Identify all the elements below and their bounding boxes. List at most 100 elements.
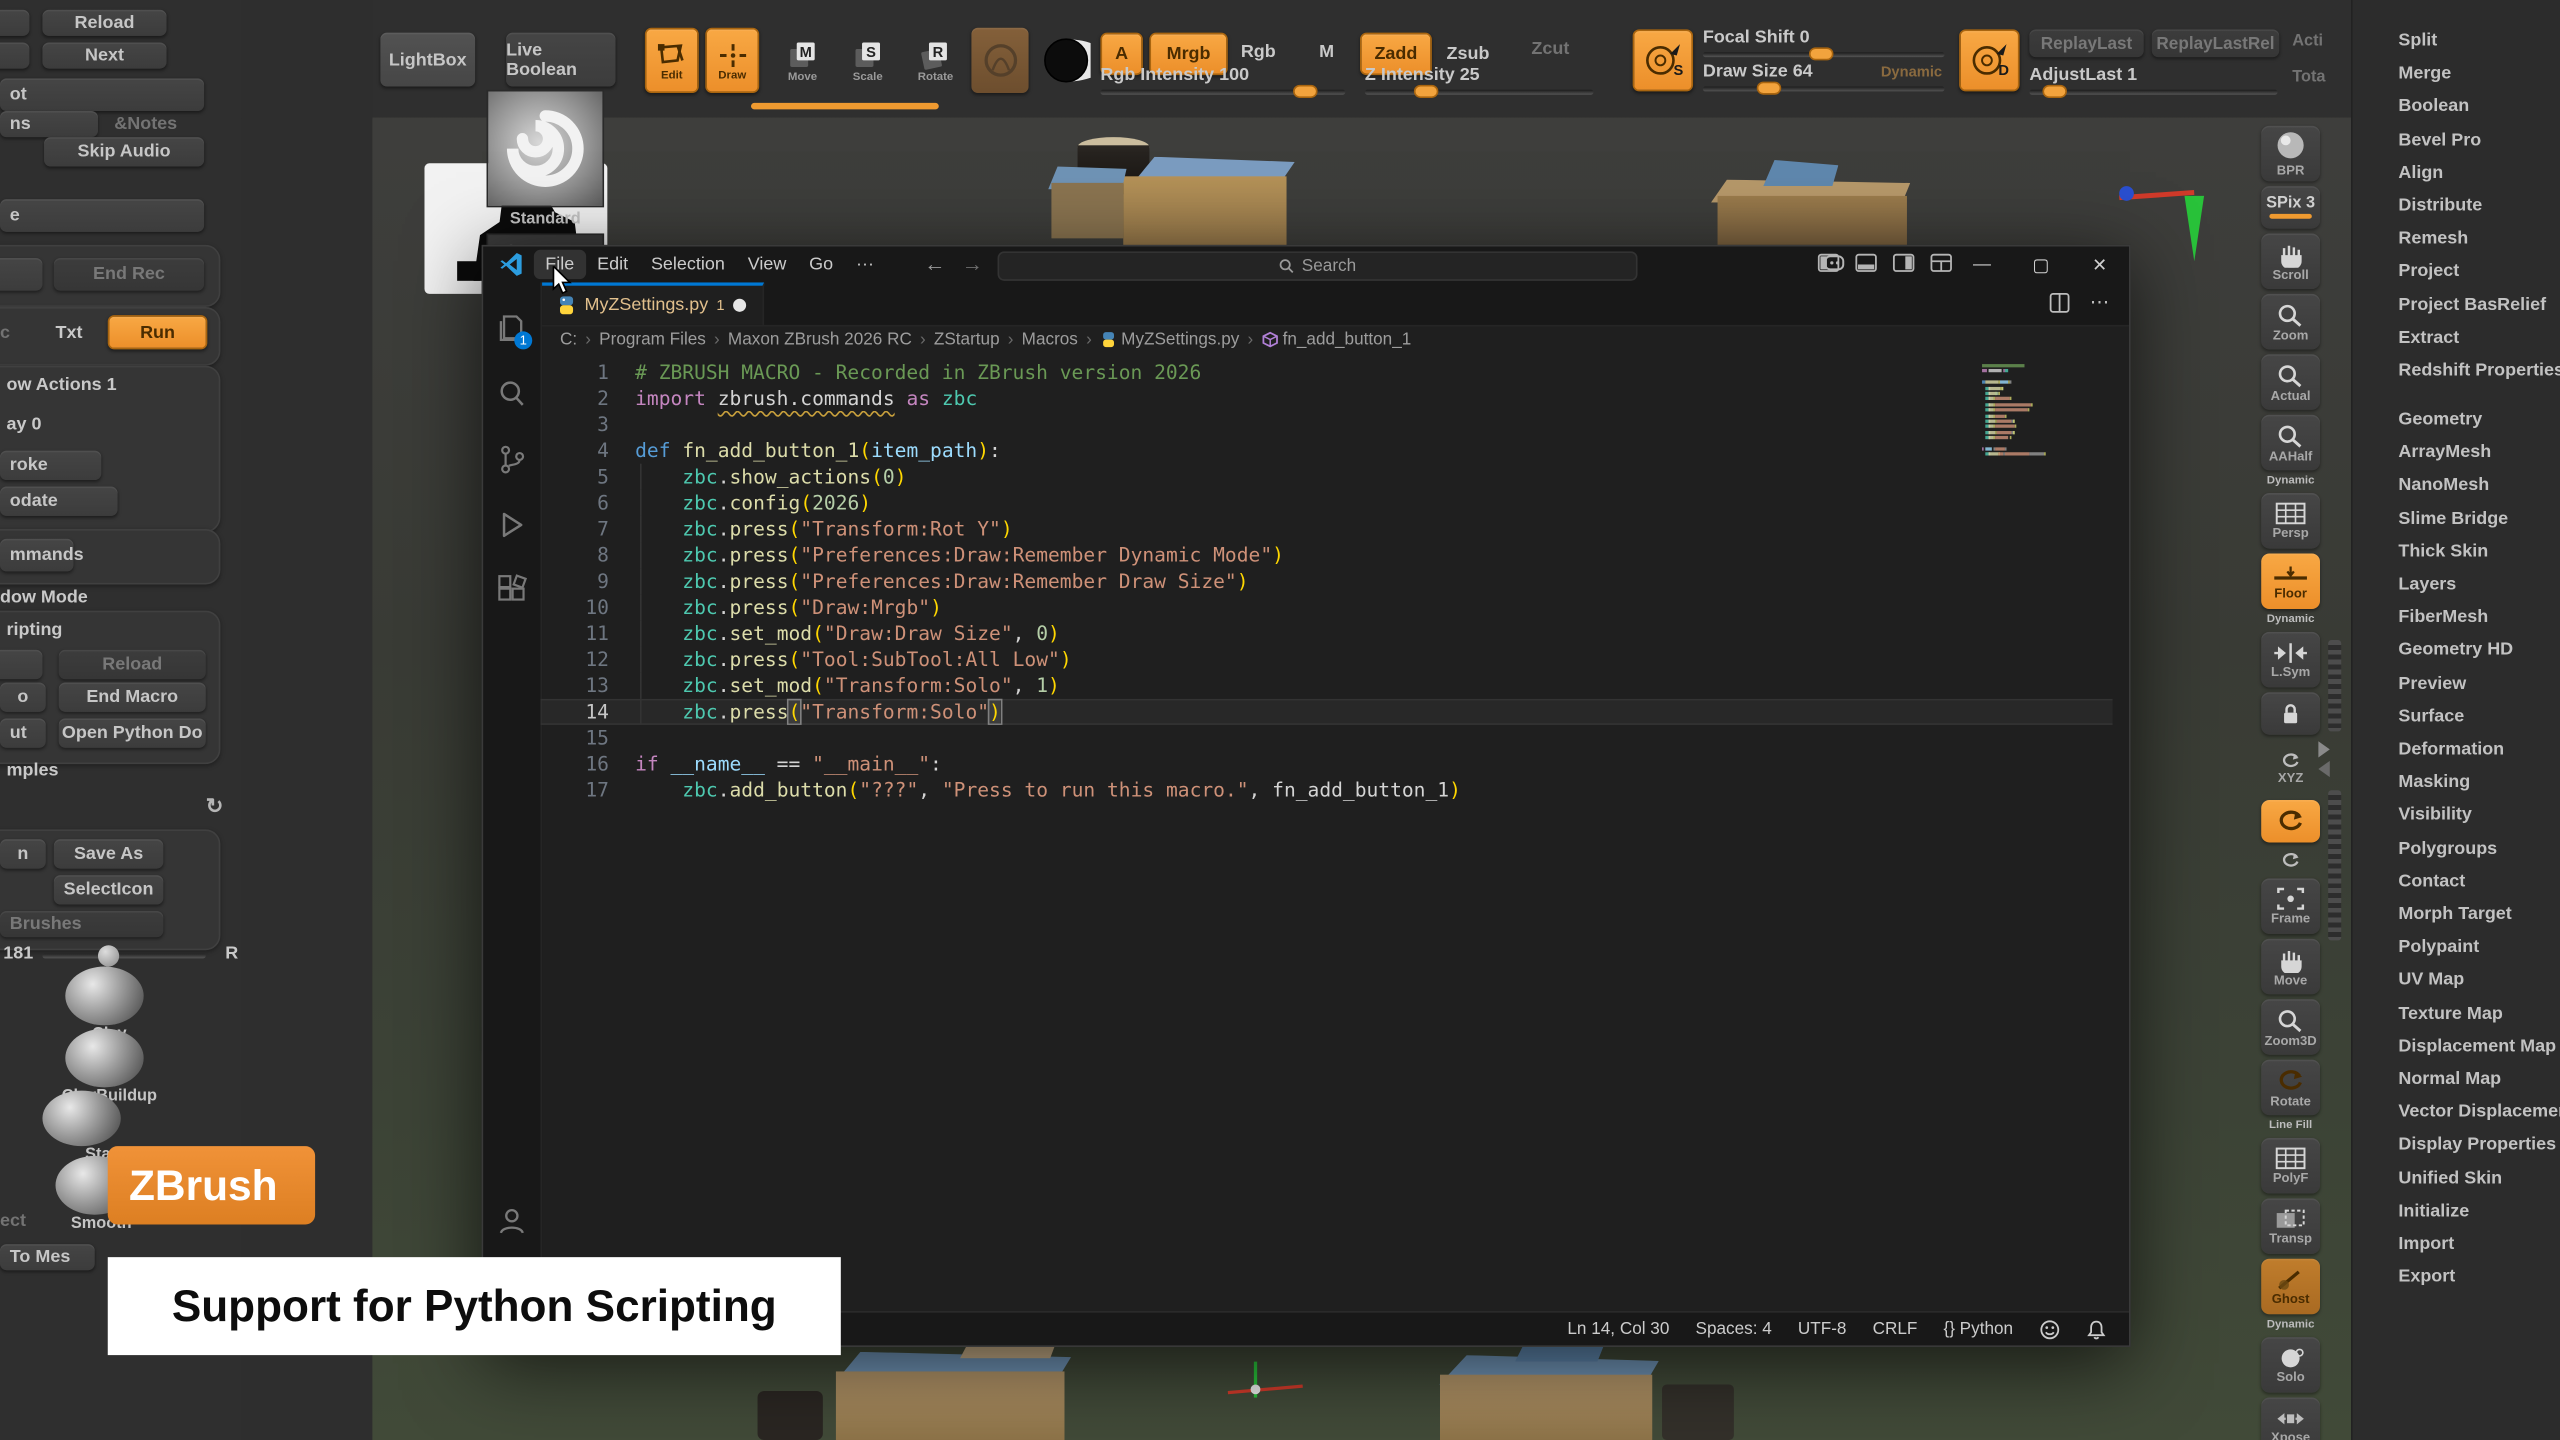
account-icon[interactable] bbox=[495, 1203, 529, 1237]
search-sidebar-icon[interactable] bbox=[495, 377, 529, 411]
left-panel-to-mes[interactable]: To Mes bbox=[0, 1244, 95, 1270]
zsub-button[interactable]: Zsub bbox=[1447, 44, 1490, 64]
menu-item-surface[interactable]: Surface bbox=[2398, 700, 2464, 733]
forward-arrow-icon[interactable]: → bbox=[962, 251, 983, 275]
status-item-spaces[interactable]: Spaces: 4 bbox=[1696, 1319, 1772, 1339]
move-tool-button[interactable]: M Move bbox=[776, 28, 830, 93]
shelf-zoom-button[interactable]: Zoom bbox=[2261, 294, 2320, 350]
refresh-icon[interactable]: ↻ bbox=[206, 793, 224, 819]
menu-edit[interactable]: Edit bbox=[586, 250, 640, 279]
left-panel-end-rec[interactable]: End Rec bbox=[54, 258, 204, 291]
source-control-icon[interactable] bbox=[495, 442, 529, 476]
replay-last-rel-button[interactable]: ReplayLastRel bbox=[2152, 29, 2279, 57]
code-line[interactable]: 11 zbc.set_mod("Draw:Draw Size", 0) bbox=[540, 620, 2112, 646]
left-panel-brushes[interactable]: Brushes bbox=[0, 911, 163, 937]
code-line[interactable]: 3 bbox=[540, 411, 2112, 437]
left-panel-selecticon[interactable]: SelectIcon bbox=[54, 875, 163, 904]
left-panel-ns[interactable]: ns bbox=[0, 111, 98, 137]
rotate-tool-button[interactable]: R Rotate bbox=[908, 28, 964, 93]
menu-item-remesh[interactable]: Remesh bbox=[2398, 222, 2468, 255]
menu-item-arraymesh[interactable]: ArrayMesh bbox=[2398, 436, 2491, 469]
left-panel-stub-button[interactable] bbox=[0, 10, 29, 36]
left-panel-save-as[interactable]: Save As bbox=[54, 839, 163, 868]
focal-shift-tool-button[interactable]: S bbox=[1633, 29, 1693, 91]
left-panel-stub-button[interactable] bbox=[0, 42, 29, 68]
back-arrow-icon[interactable]: ← bbox=[924, 251, 945, 275]
menu-item-redshift-properties[interactable]: Redshift Properties bbox=[2398, 354, 2560, 387]
breadcrumb-item[interactable]: ZStartup bbox=[934, 330, 1000, 350]
menu-item-contact[interactable]: Contact bbox=[2398, 865, 2465, 898]
adjust-last-slider[interactable] bbox=[2029, 90, 2277, 95]
menu-item-merge[interactable]: Merge bbox=[2398, 57, 2451, 90]
toggle-secondary-sidebar-icon[interactable] bbox=[1892, 253, 1915, 273]
draw-size-knob[interactable] bbox=[1757, 82, 1781, 95]
shelf-bpr-button[interactable]: BPR bbox=[2261, 126, 2320, 182]
left-panel-roke[interactable]: roke bbox=[0, 451, 101, 480]
notifications-bell-icon[interactable] bbox=[2087, 1318, 2107, 1339]
draw-tool-button[interactable]: Draw bbox=[705, 28, 759, 93]
shelf-persp-button[interactable]: Persp bbox=[2261, 493, 2320, 549]
shelf-l-sym-button[interactable]: L.Sym bbox=[2261, 632, 2320, 688]
adjust-last-knob[interactable] bbox=[2042, 85, 2066, 98]
left-panel-run[interactable]: Run bbox=[108, 315, 208, 349]
code-line[interactable]: 16if __name__ == "__main__": bbox=[540, 751, 2112, 777]
left-panel-reload[interactable]: Reload bbox=[59, 650, 206, 679]
menu-item-visibility[interactable]: Visibility bbox=[2398, 799, 2472, 832]
status-item-crlf[interactable]: CRLF bbox=[1873, 1319, 1918, 1339]
shelf-zoom3d-button[interactable]: Zoom3D bbox=[2261, 999, 2320, 1055]
breadcrumb[interactable]: C:›Program Files›Maxon ZBrush 2026 RC›ZS… bbox=[540, 325, 2129, 354]
menu-item-geometry-hd[interactable]: Geometry HD bbox=[2398, 634, 2513, 667]
zcut-button[interactable]: Zcut bbox=[1531, 39, 1569, 59]
shelf-xpose-button[interactable]: Xpose bbox=[2261, 1398, 2320, 1440]
menu-item-deformation[interactable]: Deformation bbox=[2398, 733, 2504, 766]
code-line[interactable]: 7 zbc.press("Transform:Rot Y") bbox=[540, 516, 2112, 542]
left-panel-end-macro[interactable]: End Macro bbox=[59, 682, 206, 711]
menu-item-distribute[interactable]: Distribute bbox=[2398, 189, 2482, 222]
brush-stan-thumb[interactable] bbox=[42, 1091, 120, 1147]
canvas-scrollbar-upper[interactable] bbox=[2328, 640, 2341, 731]
shelf-actual-button[interactable]: Actual bbox=[2261, 354, 2320, 410]
menu-item-initialize[interactable]: Initialize bbox=[2398, 1195, 2469, 1228]
vscode-titlebar[interactable]: FileEditSelectionViewGo··· ←→ Search — ▢… bbox=[483, 247, 2129, 283]
menu-item-masking[interactable]: Masking bbox=[2398, 766, 2470, 799]
menu-item-slime-bridge[interactable]: Slime Bridge bbox=[2398, 502, 2508, 535]
customize-layout-icon[interactable] bbox=[1930, 253, 1953, 273]
menu-item-boolean[interactable]: Boolean bbox=[2398, 90, 2469, 123]
shelf-floor-button[interactable]: Floor bbox=[2261, 553, 2320, 609]
lightbox-button[interactable]: LightBox bbox=[380, 33, 475, 87]
code-line[interactable]: 15 bbox=[540, 725, 2112, 751]
replay-tool-button[interactable]: D bbox=[1959, 29, 2019, 91]
breadcrumb-item[interactable]: MyZSettings.py bbox=[1100, 330, 1239, 350]
left-panel-o[interactable]: o bbox=[0, 682, 46, 711]
menu-item-morph-target[interactable]: Morph Target bbox=[2398, 898, 2511, 931]
alpha-picker-button[interactable] bbox=[1035, 28, 1095, 93]
code-editor[interactable]: 1# ZBRUSH MACRO - Recorded in ZBrush ver… bbox=[540, 354, 2129, 1312]
breadcrumb-item[interactable]: C: bbox=[560, 330, 577, 350]
shelf-aahalf-button[interactable]: AAHalf bbox=[2261, 415, 2320, 471]
breadcrumb-item[interactable]: Maxon ZBrush 2026 RC bbox=[728, 330, 912, 350]
focal-shift-knob[interactable] bbox=[1809, 47, 1833, 60]
left-panel-n[interactable]: n bbox=[0, 839, 46, 868]
code-line[interactable]: 9 zbc.press("Preferences:Draw:Remember D… bbox=[540, 568, 2112, 594]
shelf-rotate-button[interactable]: Rotate bbox=[2261, 1060, 2320, 1116]
left-panel-ut[interactable]: ut bbox=[0, 718, 46, 747]
shelf-spix-3-button[interactable]: SPix 3 bbox=[2261, 186, 2320, 228]
left-panel-stub-button[interactable] bbox=[0, 258, 42, 291]
rgb-intensity-knob[interactable] bbox=[1293, 85, 1317, 98]
m-button[interactable]: M bbox=[1319, 42, 1334, 62]
live-boolean-button[interactable]: Live Boolean bbox=[506, 33, 615, 87]
breadcrumb-item[interactable]: Program Files bbox=[599, 330, 706, 350]
left-panel-reload[interactable]: Reload bbox=[42, 10, 166, 36]
gizmo[interactable] bbox=[1228, 1362, 1326, 1418]
brush-standard-thumb[interactable] bbox=[487, 90, 605, 208]
menu-item-project[interactable]: Project bbox=[2398, 255, 2459, 288]
z-intensity-knob[interactable] bbox=[1414, 85, 1438, 98]
left-panel-skip-audio[interactable]: Skip Audio bbox=[44, 137, 204, 166]
unsaved-dot-icon[interactable] bbox=[733, 299, 746, 312]
feedback-smiley-icon[interactable] bbox=[2039, 1318, 2060, 1339]
code-line[interactable]: 8 zbc.press("Preferences:Draw:Remember D… bbox=[540, 542, 2112, 568]
edit-tool-button[interactable]: Edit bbox=[645, 28, 699, 93]
canvas-scrollbar-lower[interactable] bbox=[2328, 790, 2341, 940]
rgb-intensity-slider[interactable] bbox=[1100, 90, 1345, 95]
menu-item-bevel-pro[interactable]: Bevel Pro bbox=[2398, 123, 2481, 156]
